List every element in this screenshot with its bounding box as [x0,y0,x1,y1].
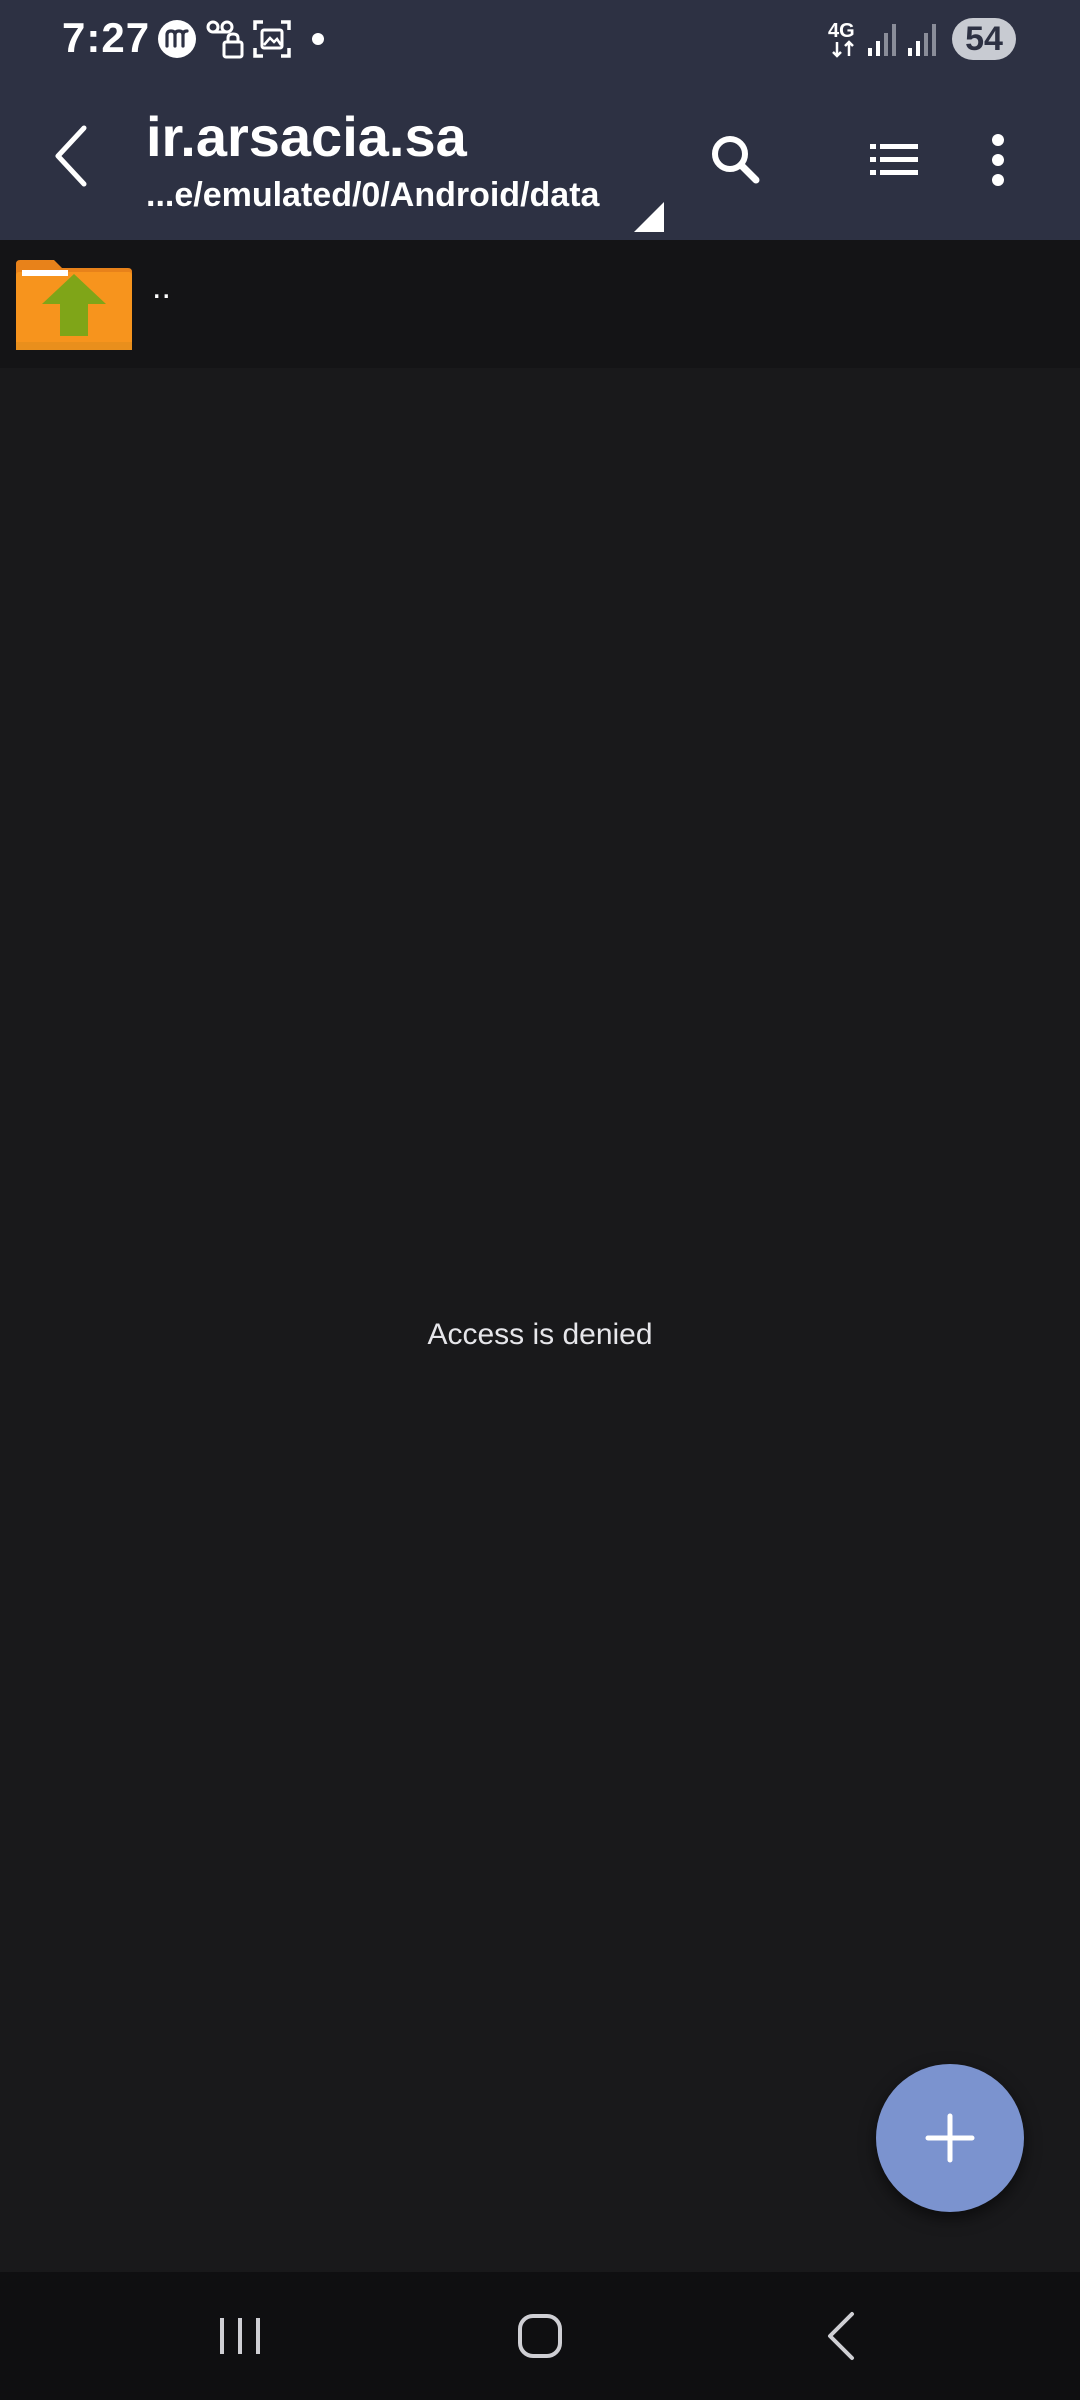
more-vert-icon[interactable] [962,124,1034,196]
recents-icon[interactable] [208,2304,272,2368]
screen: 7:27 4G 54 ir.arsacia.sa ...e/emulated/0… [0,0,1080,2400]
list-item[interactable]: .. [0,240,1080,368]
folder-title: ir.arsacia.sa [146,105,467,168]
back-icon[interactable] [44,118,100,194]
network-4g-icon: 4G [828,20,860,60]
battery-indicator: 54 [952,18,1016,60]
dot-indicator [312,33,324,45]
signal-icon [908,24,936,56]
voicemail-lock-icon [206,20,244,59]
add-fab-button[interactable] [876,2064,1024,2212]
plus-icon [925,2113,975,2163]
screenshot-icon [253,20,291,58]
status-bar: 7:27 4G 54 [0,0,1080,78]
back-icon[interactable] [810,2304,874,2368]
home-icon[interactable] [508,2304,572,2368]
messenger-icon [158,20,196,58]
folder-up-icon [16,260,132,350]
list-item-label: .. [152,268,171,306]
path-dropdown-icon[interactable] [634,202,664,232]
search-icon[interactable] [700,124,772,196]
folder-path[interactable]: ...e/emulated/0/Android/data [146,176,599,215]
navigation-bar [0,2272,1080,2400]
app-bar: ir.arsacia.sa ...e/emulated/0/Android/da… [0,78,1080,240]
list-view-icon[interactable] [858,124,930,196]
access-denied-message: Access is denied [427,1318,653,1351]
status-time: 7:27 [62,14,151,61]
signal-icon [868,24,896,56]
